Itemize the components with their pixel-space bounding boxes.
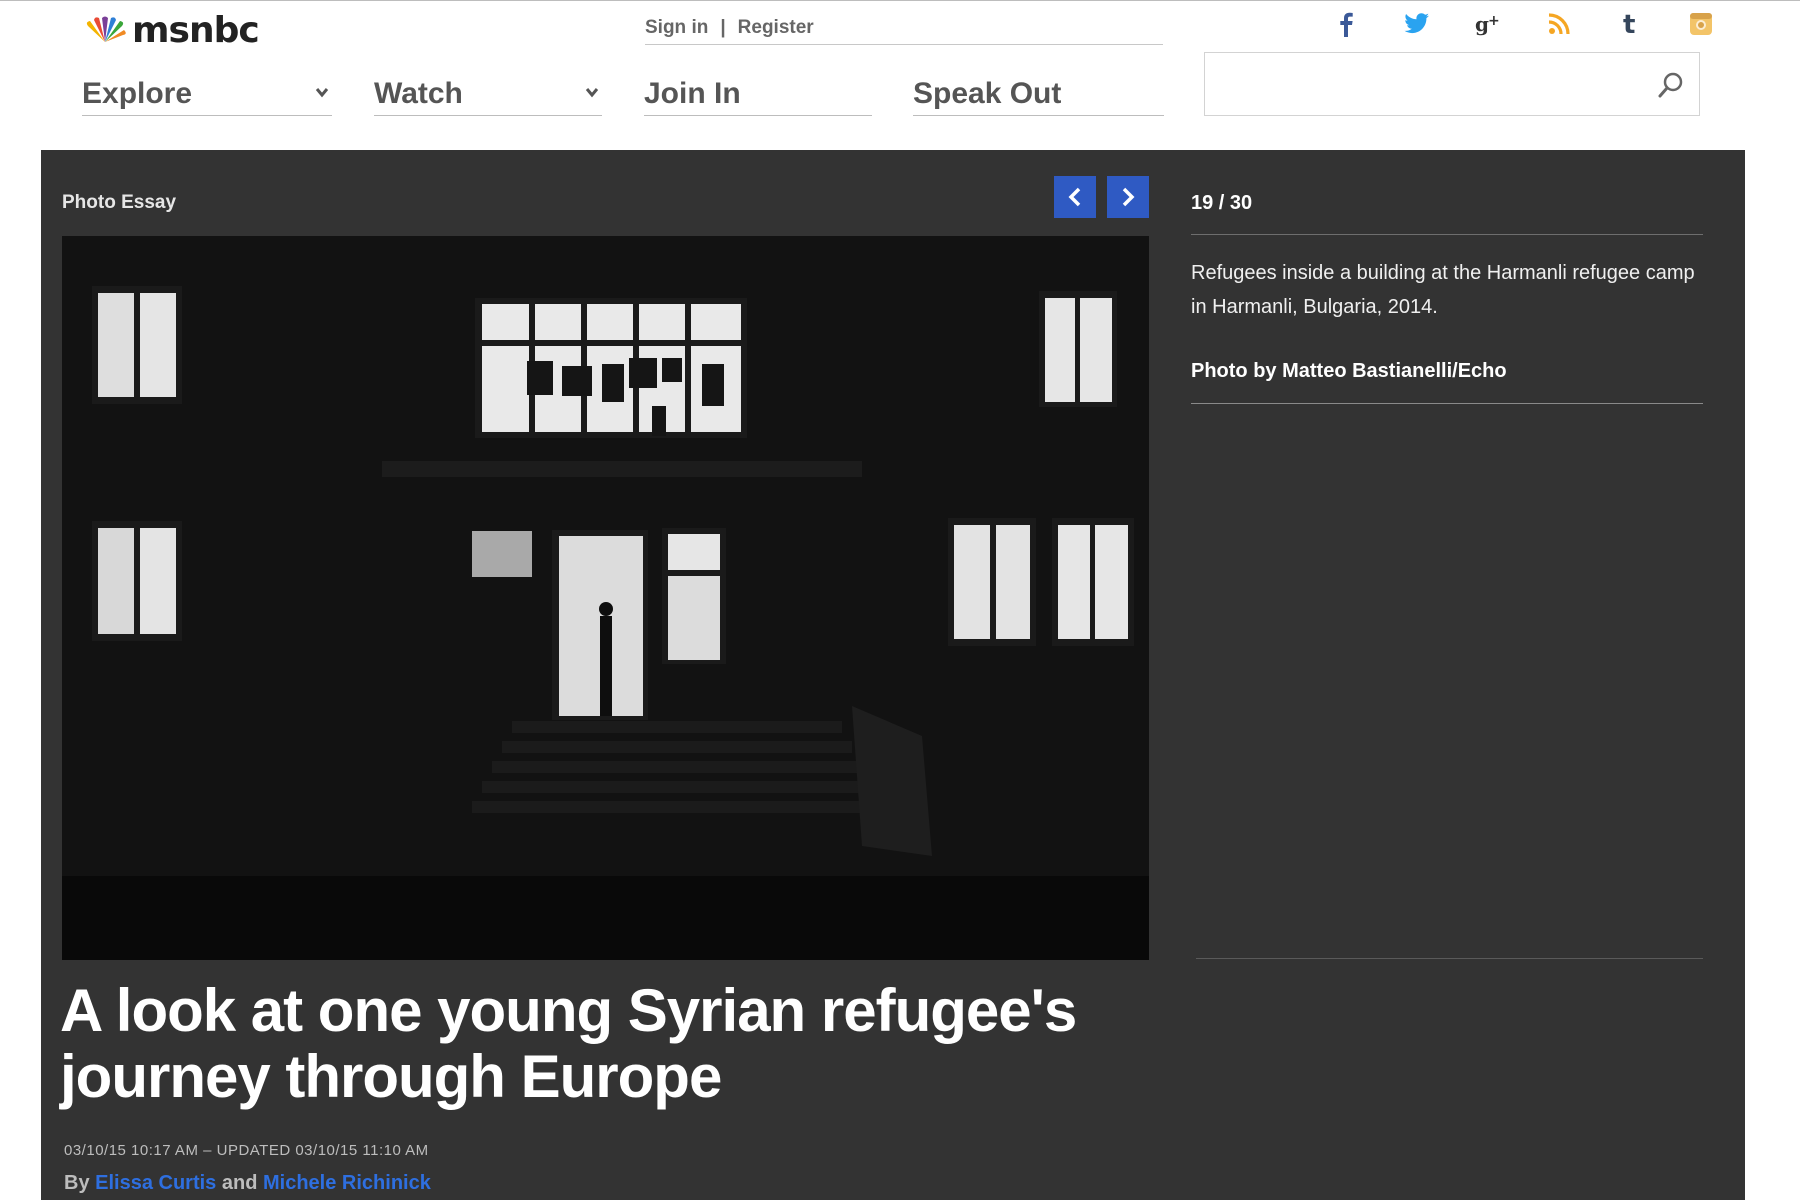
photo-counter: 19 / 30 [1191,192,1253,214]
article-headline: A look at one young Syrian refugee's jou… [60,977,1077,1110]
top-rule [0,0,1800,1]
search-input[interactable] [1215,63,1639,107]
chevron-left-icon [1068,187,1081,207]
section-label: Photo Essay [62,192,177,213]
nav-underline [82,115,332,116]
social-links: g + t [1310,8,1736,40]
logo-wordmark: msnbc [132,9,260,51]
instagram-link[interactable] [1665,8,1736,40]
account-links: Sign in | Register [645,12,1163,45]
byline-and: and [221,1172,258,1194]
article-byline: By Elissa Curtis and Michele Richinick [64,1172,431,1195]
facebook-link[interactable] [1310,8,1381,40]
instagram-icon [1689,13,1712,35]
nav-speak-out-label: Speak Out [913,77,1062,110]
photo-image [62,236,1149,960]
byline-prefix: By [64,1172,90,1194]
next-photo-button[interactable] [1107,176,1149,218]
search-icon[interactable] [1657,71,1685,99]
nav-explore-label: Explore [82,77,193,110]
nav-speak-out[interactable]: Speak Out [913,72,1164,116]
facebook-icon [1339,12,1353,37]
nav-underline [374,115,602,116]
msnbc-logo[interactable]: msnbc [82,9,260,51]
divider [1191,234,1703,235]
register-link[interactable]: Register [738,17,814,39]
divider [1196,958,1703,959]
google-plus-link[interactable]: g + [1452,8,1523,40]
nav-explore[interactable]: Explore [82,72,332,116]
tumblr-link[interactable]: t [1594,8,1665,40]
nav-watch[interactable]: Watch [374,72,602,116]
chevron-down-icon [585,88,599,98]
sign-in-link[interactable]: Sign in [645,17,708,39]
twitter-link[interactable] [1381,8,1452,40]
svg-text:t: t [1623,11,1635,37]
nav-underline [644,115,872,116]
nav-underline [913,115,1164,116]
gallery-photo [62,236,1149,960]
svg-text:+: + [1488,13,1500,29]
nav-join-in-label: Join In [644,77,741,110]
google-plus-icon: g + [1475,12,1500,36]
photo-credit: Photo by Matteo Bastianelli/Echo [1191,360,1507,382]
previous-photo-button[interactable] [1054,176,1096,218]
author-link-elissa-curtis[interactable]: Elissa Curtis [95,1172,216,1194]
peacock-icon [86,16,126,42]
author-link-michele-richinick[interactable]: Michele Richinick [263,1172,431,1194]
tumblr-icon: t [1623,11,1635,37]
search-box [1204,52,1700,116]
rss-link[interactable] [1523,8,1594,40]
rss-icon [1548,13,1570,35]
svg-text:g: g [1475,12,1489,36]
photo-caption: Refugees inside a building at the Harman… [1191,262,1695,318]
chevron-right-icon [1122,187,1135,207]
chevron-down-icon [315,88,329,98]
nav-watch-label: Watch [374,77,463,110]
article-dateline: 03/10/15 10:17 AM – UPDATED 03/10/15 11:… [64,1142,429,1159]
nav-join-in[interactable]: Join In [644,72,872,116]
divider [1191,403,1703,404]
account-separator: | [720,17,726,38]
twitter-icon [1403,13,1429,34]
